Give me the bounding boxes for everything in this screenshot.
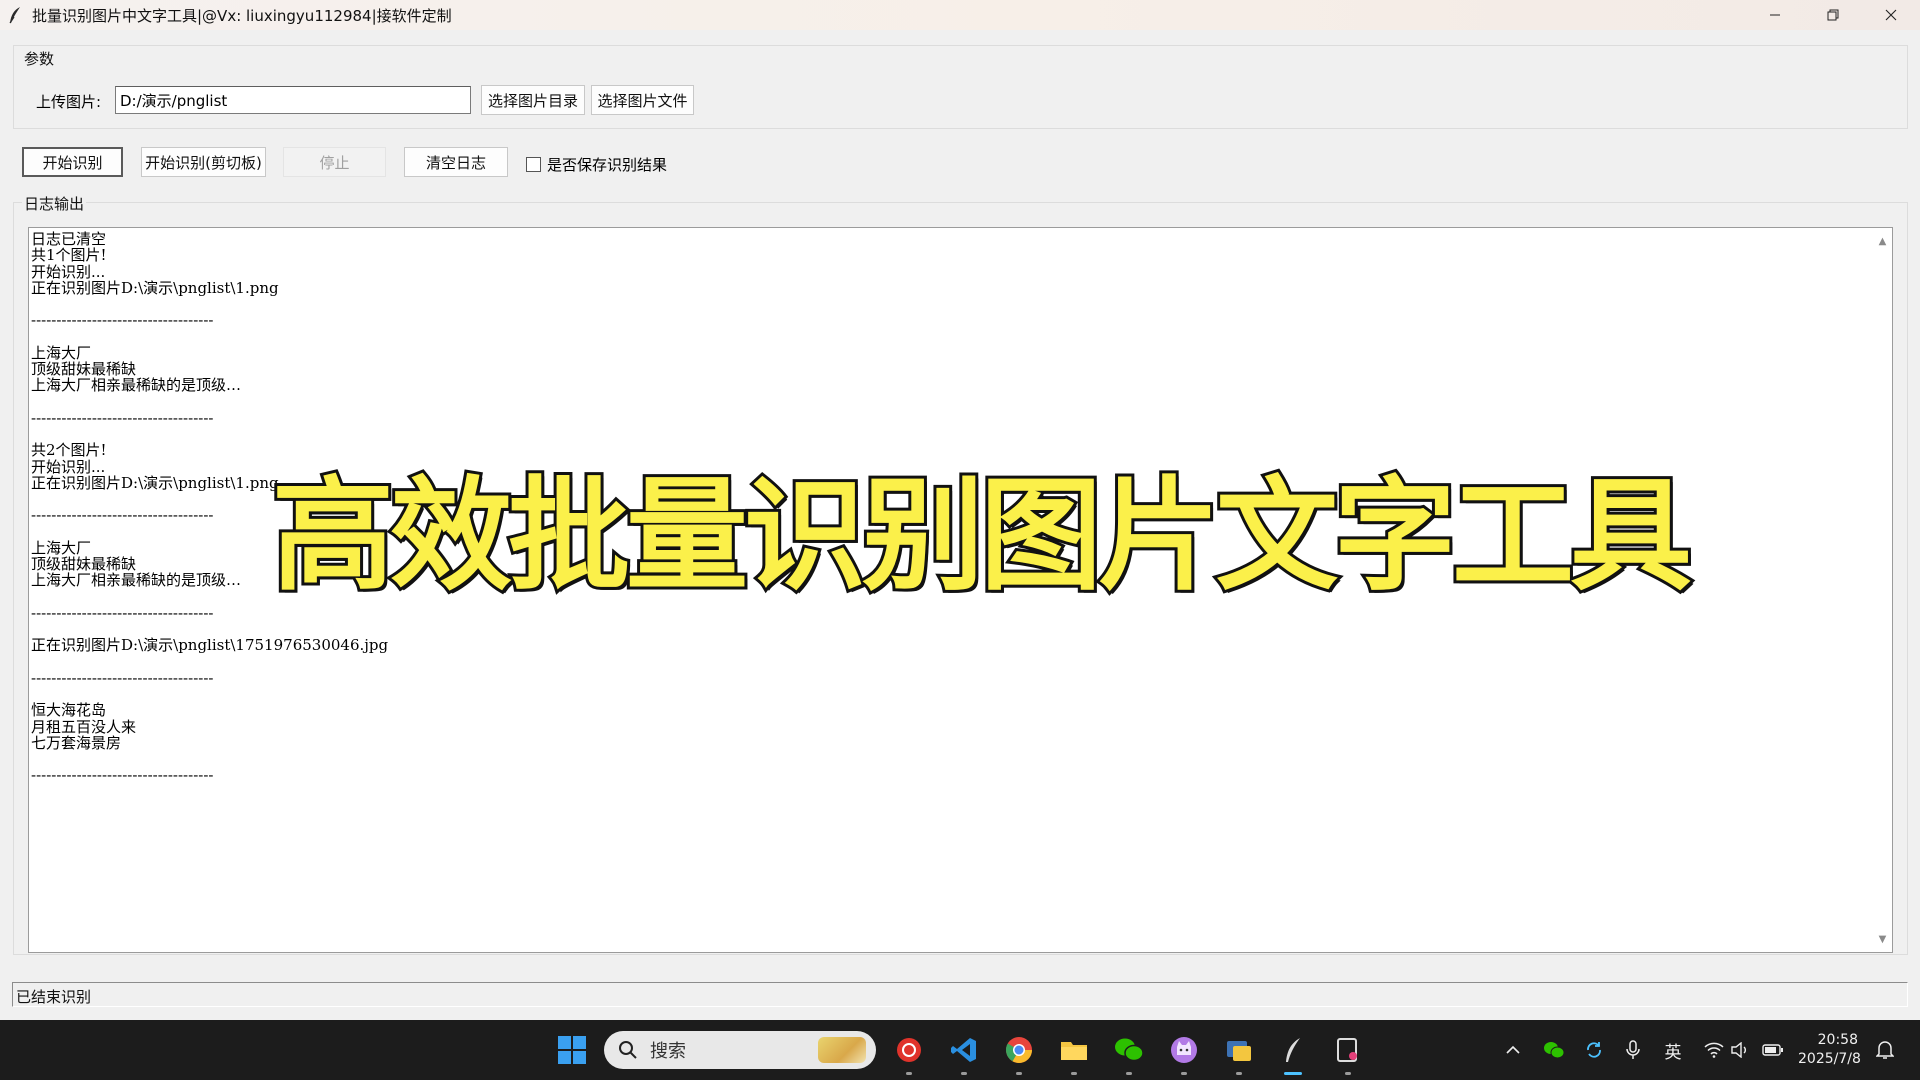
upload-label: 上传图片:	[36, 93, 102, 111]
save-result-checkbox[interactable]: 是否保存识别结果	[526, 154, 667, 175]
stop-button[interactable]: 停止	[283, 147, 386, 177]
chevron-up-icon[interactable]	[1502, 1038, 1524, 1062]
volume-icon[interactable]	[1729, 1038, 1751, 1062]
close-icon	[1885, 9, 1897, 21]
feather-icon	[6, 6, 24, 24]
log-line: 正在识别图片D:\演示\pnglist\1.png	[31, 278, 279, 297]
clear-log-button[interactable]: 清空日志	[404, 147, 508, 177]
snipping-tool-icon[interactable]	[1331, 1033, 1365, 1067]
wechat-tray-icon[interactable]	[1541, 1038, 1567, 1062]
log-line: ------------------------------------	[31, 668, 214, 687]
chrome-icon[interactable]	[1002, 1033, 1036, 1067]
restore-icon	[1827, 9, 1839, 21]
python-icon[interactable]	[1222, 1033, 1256, 1067]
taskbar-search[interactable]: 搜索	[604, 1031, 876, 1069]
running-indicator	[1071, 1072, 1077, 1075]
restore-button[interactable]	[1804, 0, 1862, 30]
log-line: 开始识别...	[31, 262, 106, 281]
log-line: 共1个图片!	[31, 246, 107, 265]
wifi-icon[interactable]	[1702, 1038, 1726, 1062]
running-indicator	[1345, 1072, 1351, 1075]
snail-app-icon[interactable]	[892, 1033, 926, 1067]
running-indicator	[1236, 1072, 1242, 1075]
log-line: 顶级甜妹最稀缺	[31, 360, 137, 378]
log-line: ------------------------------------	[31, 311, 214, 330]
battery-icon[interactable]	[1760, 1038, 1786, 1062]
log-line: 七万套海景房	[31, 733, 122, 752]
clock-time: 20:58	[1817, 1032, 1858, 1048]
feather-app-icon[interactable]	[1276, 1033, 1310, 1067]
log-group-label: 日志输出	[22, 193, 87, 214]
taskbar: 搜索 英 20:58 2025/7/8	[0, 1020, 1920, 1080]
clock-date: 2025/7/8	[1798, 1051, 1861, 1067]
save-result-label: 是否保存识别结果	[547, 156, 668, 174]
select-directory-button[interactable]: 选择图片目录	[481, 85, 585, 115]
title-bar: 批量识别图片中文字工具|@Vx: liuxingyu112984|接软件定制	[0, 0, 1920, 30]
clock[interactable]: 20:58 2025/7/8	[1798, 1031, 1861, 1069]
file-explorer-icon[interactable]	[1057, 1033, 1091, 1067]
close-button[interactable]	[1862, 0, 1920, 30]
image-path-input[interactable]	[115, 86, 471, 114]
search-icon	[619, 1041, 637, 1059]
log-line: 上海大厂	[31, 343, 92, 362]
vscode-icon[interactable]	[947, 1033, 981, 1067]
microphone-icon[interactable]	[1622, 1038, 1644, 1062]
select-file-button[interactable]: 选择图片文件	[591, 85, 694, 115]
log-line: ------------------------------------	[31, 603, 214, 622]
log-line: ------------------------------------	[31, 408, 214, 427]
sync-icon[interactable]	[1581, 1038, 1607, 1062]
log-line: 上海大厂相亲最稀缺的是顶级…	[31, 376, 242, 395]
log-line: 日志已清空	[31, 230, 107, 248]
running-indicator	[906, 1072, 912, 1075]
cat-app-icon[interactable]	[1167, 1033, 1201, 1067]
params-group-label: 参数	[22, 48, 57, 69]
start-menu-button[interactable]	[556, 1034, 588, 1066]
windows-icon	[558, 1036, 586, 1064]
overlay-banner: 高效批量识别图片文字工具	[269, 463, 1695, 609]
search-placeholder: 搜索	[650, 1041, 686, 1062]
log-line: 正在识别图片D:\演示\pnglist\1751976530046.jpg	[31, 636, 389, 655]
active-app-indicator	[1284, 1072, 1302, 1075]
running-indicator	[961, 1072, 967, 1075]
window-title: 批量识别图片中文字工具|@Vx: liuxingyu112984|接软件定制	[32, 6, 452, 25]
search-highlight-image	[818, 1037, 866, 1063]
start-button[interactable]: 开始识别	[22, 147, 123, 177]
running-indicator	[1016, 1072, 1022, 1075]
ime-indicator[interactable]: 英	[1660, 1038, 1686, 1063]
minimize-button[interactable]	[1746, 0, 1804, 30]
scroll-down-icon[interactable]: ▼	[1873, 930, 1892, 948]
running-indicator	[1181, 1072, 1187, 1075]
log-line: ------------------------------------	[31, 766, 214, 785]
scroll-up-icon[interactable]: ▲	[1873, 232, 1892, 250]
window-controls	[1746, 0, 1920, 30]
running-indicator	[1126, 1072, 1132, 1075]
checkbox-box[interactable]	[526, 157, 541, 172]
status-bar: 已结束识别	[12, 982, 1908, 1007]
log-line: 恒大海花岛	[31, 701, 107, 720]
log-line: 共2个图片!	[31, 441, 107, 460]
start-clipboard-button[interactable]: 开始识别(剪切板)	[141, 147, 266, 177]
wechat-icon[interactable]	[1112, 1033, 1146, 1067]
minimize-icon	[1770, 14, 1780, 16]
notification-bell-icon[interactable]	[1872, 1038, 1898, 1062]
log-line: 月租五百没人来	[31, 717, 137, 736]
